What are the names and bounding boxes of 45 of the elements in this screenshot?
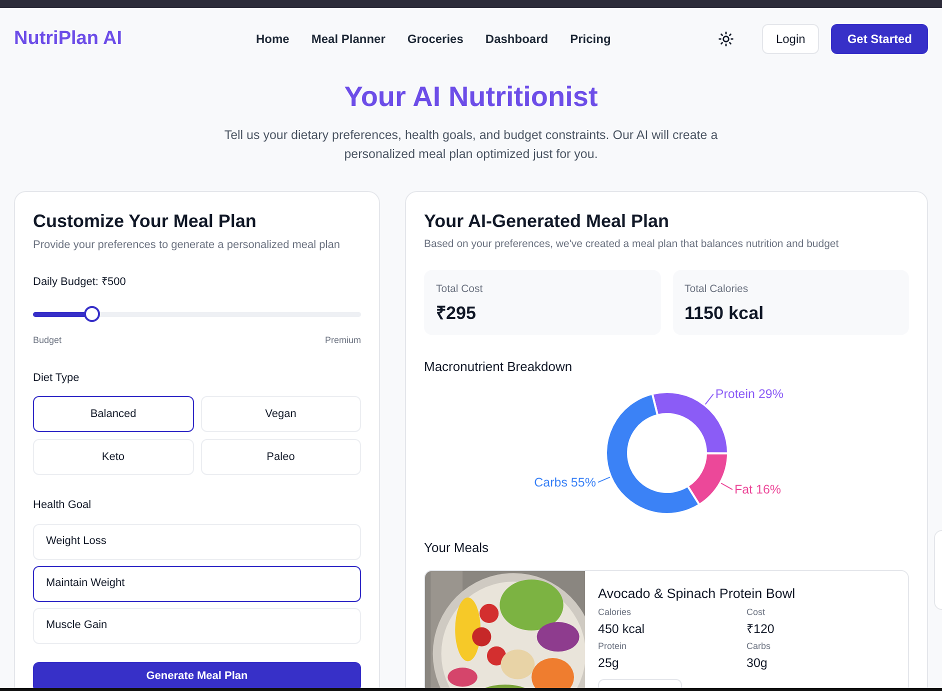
slider-max-label: Premium bbox=[324, 334, 361, 347]
brand-logo[interactable]: NutriPlan AI bbox=[14, 24, 244, 54]
diet-option[interactable]: Balanced bbox=[33, 396, 194, 432]
login-button[interactable]: Login bbox=[762, 24, 820, 54]
budget-label: Daily Budget: ₹500 bbox=[33, 274, 127, 290]
fact-label: Protein bbox=[598, 640, 628, 654]
card-title: Your AI-Generated Meal Plan bbox=[424, 210, 670, 233]
hero-title: Your AI Nutritionist bbox=[344, 80, 598, 114]
section-title: Macronutrient Breakdown bbox=[424, 358, 574, 376]
diet-option[interactable]: Keto bbox=[33, 439, 194, 475]
card-title: Customize Your Meal Plan bbox=[33, 210, 258, 233]
nav-link[interactable]: Dashboard bbox=[485, 30, 548, 48]
card-subtitle: Based on your preferences, we've created a meal plan that balances nutrition and budget bbox=[424, 237, 840, 252]
slice-label: Protein 29% bbox=[714, 387, 783, 402]
section-title: Your Meals bbox=[424, 539, 490, 558]
nav-link[interactable]: Meal Planner bbox=[311, 30, 386, 48]
fact-value: 30g bbox=[746, 654, 768, 672]
nav-link[interactable]: Groceries bbox=[407, 30, 464, 48]
fact-value: ₹120 bbox=[746, 620, 776, 638]
goal-option[interactable]: Maintain Weight bbox=[33, 566, 361, 602]
stat-label: Total Calories bbox=[684, 282, 750, 297]
get-started-button[interactable]: Get Started bbox=[831, 24, 928, 54]
fact-value: 25g bbox=[598, 654, 620, 672]
section-label: Health Goal bbox=[33, 498, 92, 513]
stat-value: 1150 kcal bbox=[684, 302, 765, 324]
stat-value: ₹295 bbox=[436, 302, 478, 324]
nav-link[interactable]: Home bbox=[256, 30, 290, 48]
goal-option[interactable]: Muscle Gain bbox=[33, 608, 361, 644]
slider-min-label: Budget bbox=[33, 334, 62, 347]
diet-option[interactable]: Vegan bbox=[200, 396, 361, 432]
fact-label: Cost bbox=[746, 606, 766, 619]
card-subtitle: Provide your preferences to generate a personalized meal plan bbox=[33, 238, 341, 253]
slice-label: Fat 16% bbox=[734, 482, 781, 497]
section-label: Diet Type bbox=[33, 370, 80, 386]
goal-option[interactable]: Weight Loss bbox=[33, 524, 361, 560]
generate-button[interactable]: Generate Meal Plan bbox=[33, 662, 361, 691]
slice-label: Carbs 55% bbox=[534, 476, 596, 490]
stat-label: Total Cost bbox=[436, 282, 484, 297]
fact-label: Carbs bbox=[746, 640, 772, 654]
hero-subtitle: Tell us your dietary preferences, health goals, and budget constraints. Our AI will create a personalized meal plan optimized just for you. bbox=[223, 127, 719, 163]
meal-title: Avocado & Spinach Protein Bowl bbox=[598, 584, 796, 603]
nav-link[interactable]: Pricing bbox=[570, 30, 611, 48]
fact-label: Calories bbox=[598, 606, 632, 619]
fact-value: 450 kcal bbox=[598, 620, 646, 638]
diet-option[interactable]: Paleo bbox=[200, 439, 361, 475]
